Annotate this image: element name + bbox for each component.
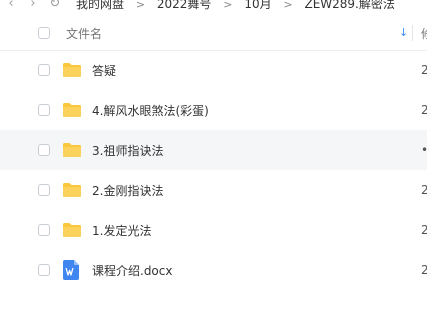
folder-icon (63, 103, 81, 117)
row-checkbox[interactable] (38, 144, 50, 156)
row-checkbox[interactable] (38, 224, 50, 236)
row-checkbox[interactable] (38, 264, 50, 276)
forward-button[interactable]: › (22, 0, 44, 11)
chevron-right-icon: > (223, 0, 233, 11)
file-row[interactable]: 2.金刚指诀法 2 (0, 170, 427, 210)
file-modified: 2 (421, 63, 427, 77)
folder-icon (63, 223, 81, 237)
row-checkbox[interactable] (38, 104, 50, 116)
chevron-right-icon: > (135, 0, 146, 11)
row-checkbox[interactable] (38, 64, 50, 76)
file-name[interactable]: 2.金刚指诀法 (92, 182, 163, 199)
chevron-right-icon: > (283, 0, 293, 11)
more-actions-icon[interactable]: • (421, 143, 427, 157)
folder-icon (63, 63, 81, 77)
row-checkbox[interactable] (38, 184, 50, 196)
breadcrumb: ‹ › ↻ 我的网盘 > 2022舞号 > 10月 > ZEW289.解密法 (0, 0, 427, 15)
select-all-checkbox[interactable] (38, 27, 50, 39)
breadcrumb-item[interactable]: 我的网盘 (76, 0, 124, 11)
file-modified: 2 (421, 183, 427, 197)
breadcrumb-item[interactable]: 10月 (244, 0, 271, 11)
folder-icon (63, 143, 81, 157)
sort-down-icon[interactable]: ↓ (399, 26, 408, 39)
breadcrumb-item[interactable]: 2022舞号 (157, 0, 212, 11)
file-row[interactable]: 3.祖师指诀法 • (0, 130, 427, 170)
file-row[interactable]: 1.发定光法 2 (0, 210, 427, 250)
file-modified: 2 (421, 223, 427, 237)
file-name[interactable]: 答疑 (92, 62, 116, 79)
breadcrumb-item[interactable]: ZEW289.解密法 (304, 0, 394, 11)
file-row[interactable]: 课程介绍.docx 2 (0, 250, 427, 290)
file-list-header: 文件名 ↓ 修 (0, 16, 427, 51)
column-header-name[interactable]: 文件名 (66, 25, 102, 42)
file-modified: 2 (421, 263, 427, 277)
folder-icon (63, 183, 81, 197)
file-name[interactable]: 1.发定光法 (92, 222, 151, 239)
back-button[interactable]: ‹ (0, 0, 22, 11)
file-name[interactable]: 课程介绍.docx (92, 262, 172, 279)
refresh-button[interactable]: ↻ (44, 0, 66, 11)
column-header-modified[interactable]: 修 (421, 25, 427, 42)
file-name[interactable]: 4.解风水眼煞法(彩蛋) (92, 102, 209, 119)
file-modified: 2 (421, 103, 427, 117)
file-name[interactable]: 3.祖师指诀法 (92, 142, 163, 159)
file-row[interactable]: 4.解风水眼煞法(彩蛋) 2 (0, 90, 427, 130)
file-row[interactable]: 答疑 2 (0, 50, 427, 90)
docx-file-icon (63, 260, 79, 280)
column-divider[interactable] (412, 25, 413, 41)
